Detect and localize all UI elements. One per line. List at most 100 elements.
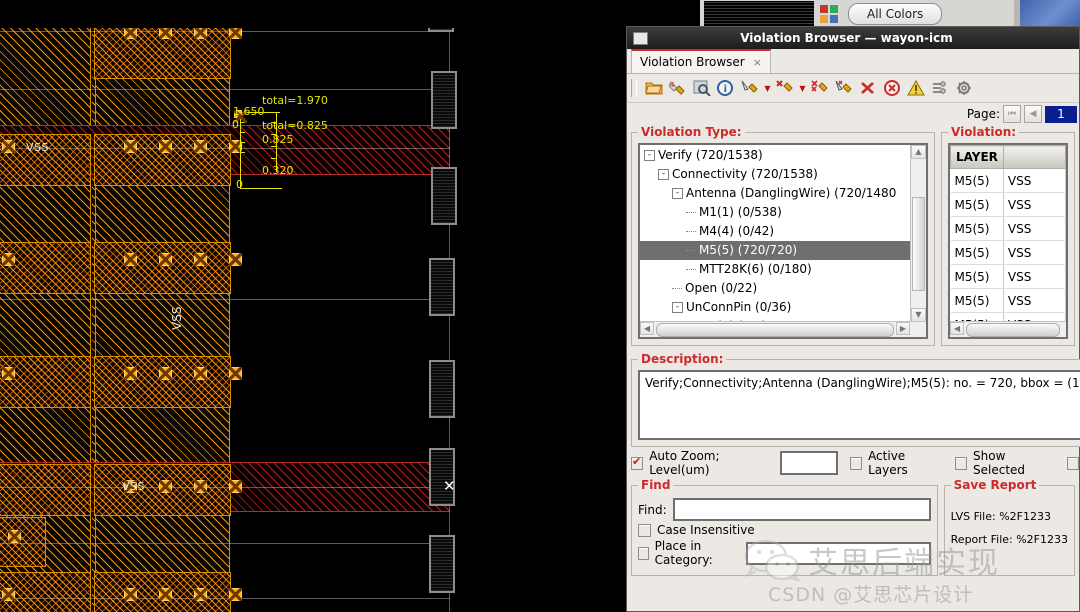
- chevron-down-icon[interactable]: ▼: [798, 84, 807, 93]
- tab-bar[interactable]: Violation Browser ×: [627, 49, 1079, 74]
- chevron-down-icon[interactable]: ▼: [763, 84, 772, 93]
- violation-table-body[interactable]: LAYERM5(5)VSSM5(5)VSSM5(5)VSSM5(5)VSSM5(…: [950, 145, 1066, 339]
- violation-type-row[interactable]: MTT28K(6) (0/180): [640, 260, 926, 279]
- violation-legend: Violation:: [948, 125, 1019, 139]
- violation-browser-window[interactable]: Violation Browser — wayon-icm Violation …: [626, 26, 1080, 612]
- warning-icon[interactable]: [905, 77, 927, 99]
- violation-type-row[interactable]: M1(1) (0/538): [640, 203, 926, 222]
- window-menu-icon[interactable]: [633, 32, 648, 45]
- active-layers-checkbox[interactable]: [850, 457, 862, 470]
- violation-type-row[interactable]: -Connectivity (720/1538): [640, 165, 926, 184]
- window-title: Violation Browser — wayon-icm: [654, 31, 1073, 45]
- column-header[interactable]: [1003, 146, 1065, 169]
- violation-type-row[interactable]: -UnConnPin (0/36): [640, 298, 926, 317]
- lvs-file-label: LVS File: %2F1233: [951, 510, 1051, 523]
- table-horizontal-scrollbar[interactable]: ◀: [950, 321, 1066, 337]
- save-report-legend: Save Report: [951, 478, 1040, 492]
- layout-stripe-edge: [0, 125, 450, 126]
- violation-table-group: Violation: LAYERM5(5)VSSM5(5)VSSM5(5)VSS…: [941, 125, 1075, 346]
- pager[interactable]: Page: ⏮ ◀ 1: [627, 103, 1079, 125]
- table-row[interactable]: M5(5)VSS: [951, 217, 1066, 241]
- scroll-left-arrow[interactable]: ◀: [950, 322, 964, 335]
- level-input[interactable]: [780, 451, 838, 475]
- settings-gear-icon[interactable]: [953, 77, 975, 99]
- scroll-thumb-h[interactable]: [966, 323, 1060, 337]
- pager-current-page[interactable]: 1: [1045, 106, 1077, 123]
- violation-type-row[interactable]: M5(5) (720/720): [640, 241, 926, 260]
- tree-expander-icon[interactable]: -: [672, 188, 683, 199]
- info-icon[interactable]: i: [715, 77, 737, 99]
- zoom-violation-icon[interactable]: [691, 77, 713, 99]
- place-in-category-label: Place in Category:: [655, 539, 740, 567]
- table-cell: VSS: [1003, 265, 1065, 289]
- top-toolbar-strip[interactable]: All Colors: [0, 0, 1080, 28]
- find-input[interactable]: [673, 498, 931, 521]
- layout-via-band: [0, 357, 90, 407]
- tree-expander-icon[interactable]: -: [658, 169, 669, 180]
- tree-row-label: Open (0/22): [685, 281, 757, 295]
- column-header[interactable]: LAYER: [951, 146, 1004, 169]
- tree-expander-icon[interactable]: -: [644, 150, 655, 161]
- error-icon[interactable]: [881, 77, 903, 99]
- scroll-right-arrow[interactable]: ▶: [896, 322, 910, 335]
- place-in-category-input[interactable]: [746, 542, 931, 565]
- filter-icon[interactable]: [929, 77, 951, 99]
- table-row[interactable]: M5(5)VSS: [951, 169, 1066, 193]
- clear-icon[interactable]: [857, 77, 879, 99]
- layout-via-band: [0, 465, 90, 515]
- scroll-thumb[interactable]: [912, 197, 925, 291]
- scroll-up-arrow[interactable]: ▲: [911, 145, 926, 159]
- tree-expander-icon[interactable]: -: [672, 302, 683, 313]
- table-row[interactable]: M5(5)VSS: [951, 241, 1066, 265]
- case-insensitive-checkbox[interactable]: [638, 524, 651, 537]
- table-row[interactable]: M5(5)VSS: [951, 265, 1066, 289]
- pager-prev-button[interactable]: ◀: [1024, 105, 1042, 123]
- violation-table[interactable]: LAYERM5(5)VSSM5(5)VSSM5(5)VSSM5(5)VSSM5(…: [948, 143, 1068, 339]
- open-folder-icon[interactable]: [643, 77, 665, 99]
- scroll-thumb-h[interactable]: [656, 323, 894, 337]
- pattern-preview-swatch[interactable]: [704, 1, 814, 27]
- find-legend: Find: [638, 478, 673, 492]
- measure-zero-a: 0: [236, 178, 243, 191]
- table-row[interactable]: M5(5)VSS: [951, 289, 1066, 313]
- violation-type-tree[interactable]: -Verify (720/1538)-Connectivity (720/153…: [638, 143, 928, 339]
- svg-text:4: 4: [670, 81, 675, 89]
- delete-all-markers-icon[interactable]: [809, 77, 831, 99]
- violation-type-row[interactable]: Open (0/22): [640, 279, 926, 298]
- scroll-left-arrow[interactable]: ◀: [640, 322, 654, 335]
- layout-guide: [0, 89, 450, 90]
- violation-toolbar[interactable]: 4 i ▼ ▼: [627, 74, 1079, 103]
- highlight-marker-icon[interactable]: [833, 77, 855, 99]
- show-selected-checkbox[interactable]: [955, 457, 967, 470]
- next-violation-icon[interactable]: 4: [667, 77, 689, 99]
- select-marker-icon[interactable]: [739, 77, 761, 99]
- tab-violation-browser[interactable]: Violation Browser ×: [631, 49, 771, 73]
- scroll-down-arrow[interactable]: ▼: [911, 308, 926, 322]
- violation-type-row[interactable]: M4(4) (0/42): [640, 222, 926, 241]
- table-row[interactable]: M5(5)VSS: [951, 193, 1066, 217]
- pager-first-button[interactable]: ⏮: [1003, 105, 1021, 123]
- tree-vertical-scrollbar[interactable]: ▲ ▼: [910, 145, 926, 322]
- tree-horizontal-scrollbar[interactable]: ◀ ▶: [640, 321, 926, 337]
- color-palette-icon[interactable]: [820, 5, 838, 23]
- close-icon[interactable]: ×: [753, 56, 762, 69]
- violation-type-row[interactable]: -Antenna (DanglingWire) (720/1480: [640, 184, 926, 203]
- layout-guide: [0, 598, 450, 599]
- net-label-vss: VSS: [122, 480, 145, 493]
- description-text[interactable]: Verify;Connectivity;Antenna (DanglingWir…: [638, 370, 1080, 440]
- window-title-bar[interactable]: Violation Browser — wayon-icm: [627, 27, 1079, 49]
- case-insensitive-row[interactable]: Case Insensitive: [638, 523, 931, 537]
- violation-type-row[interactable]: -Verify (720/1538): [640, 146, 926, 165]
- auto-zoom-checkbox[interactable]: [631, 457, 643, 470]
- toolbar-drag-handle[interactable]: [631, 79, 637, 97]
- place-in-category-row[interactable]: Place in Category:: [638, 539, 931, 567]
- layout-guide: [0, 543, 450, 544]
- all-colors-button[interactable]: All Colors: [848, 3, 942, 25]
- tree-row-label: MV2(2) (0/27): [699, 338, 782, 339]
- find-field-row[interactable]: Find:: [638, 498, 931, 521]
- extra-option-checkbox[interactable]: [1067, 457, 1079, 470]
- options-row[interactable]: Auto Zoom; Level(um) Active Layers Show …: [627, 452, 1079, 474]
- delete-marker-icon[interactable]: [774, 77, 796, 99]
- place-in-category-checkbox[interactable]: [638, 547, 649, 560]
- tree-row-label: M5(5) (720/720): [699, 243, 797, 257]
